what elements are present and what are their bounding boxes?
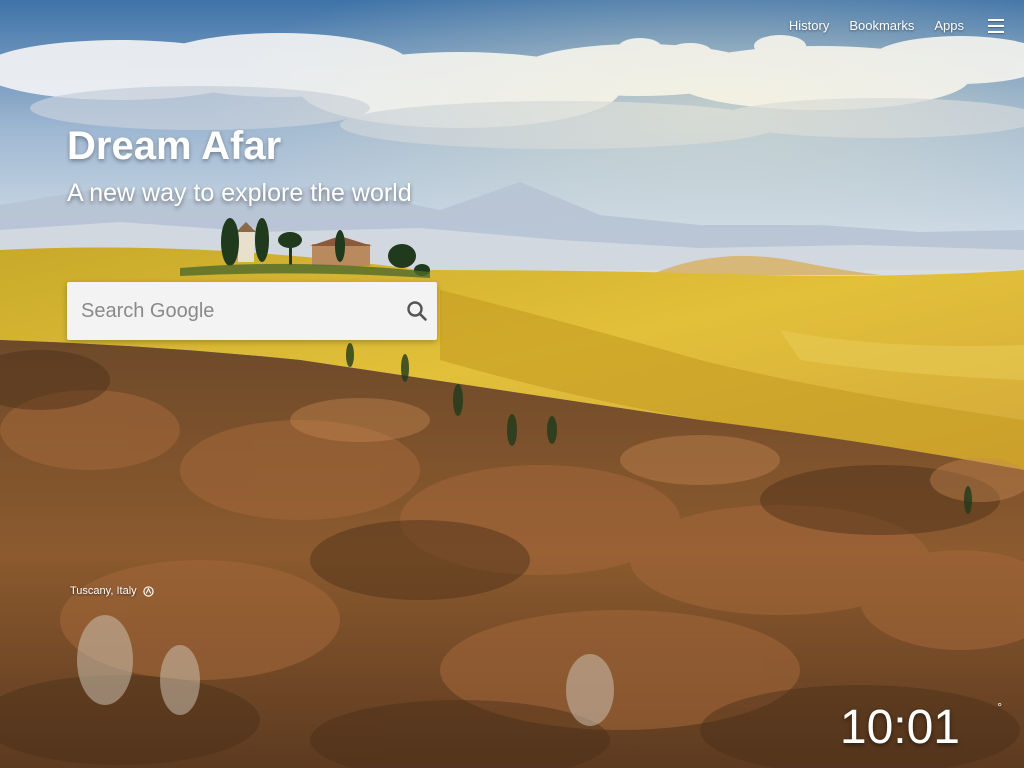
search-input[interactable]: [67, 282, 381, 340]
location-info-icon[interactable]: [142, 585, 154, 597]
bookmarks-link[interactable]: Bookmarks: [849, 18, 914, 33]
background-landscape-photo: [0, 0, 1024, 768]
brand-subtitle: A new way to explore the world: [67, 179, 412, 207]
menu-bar: [988, 30, 1004, 33]
clock: 10:01: [839, 701, 960, 754]
menu-bar: [988, 24, 1004, 27]
brand-block: Dream Afar A new way to explore the worl…: [67, 122, 412, 208]
hamburger-menu-icon[interactable]: [988, 18, 1004, 33]
menu-bar: [988, 18, 1004, 21]
search-icon[interactable]: [405, 299, 429, 323]
brand-title: Dream Afar: [67, 124, 282, 168]
weather-degree[interactable]: °: [997, 700, 1002, 714]
history-link[interactable]: History: [789, 18, 829, 33]
photo-location: Tuscany, Italy: [70, 585, 154, 597]
search-box: [67, 282, 437, 340]
location-label: Tuscany, Italy: [70, 585, 137, 597]
apps-link[interactable]: Apps: [934, 18, 964, 33]
top-navigation: History Bookmarks Apps: [789, 18, 1004, 33]
new-tab-page: History Bookmarks Apps Dream Afar A new …: [0, 0, 1024, 768]
